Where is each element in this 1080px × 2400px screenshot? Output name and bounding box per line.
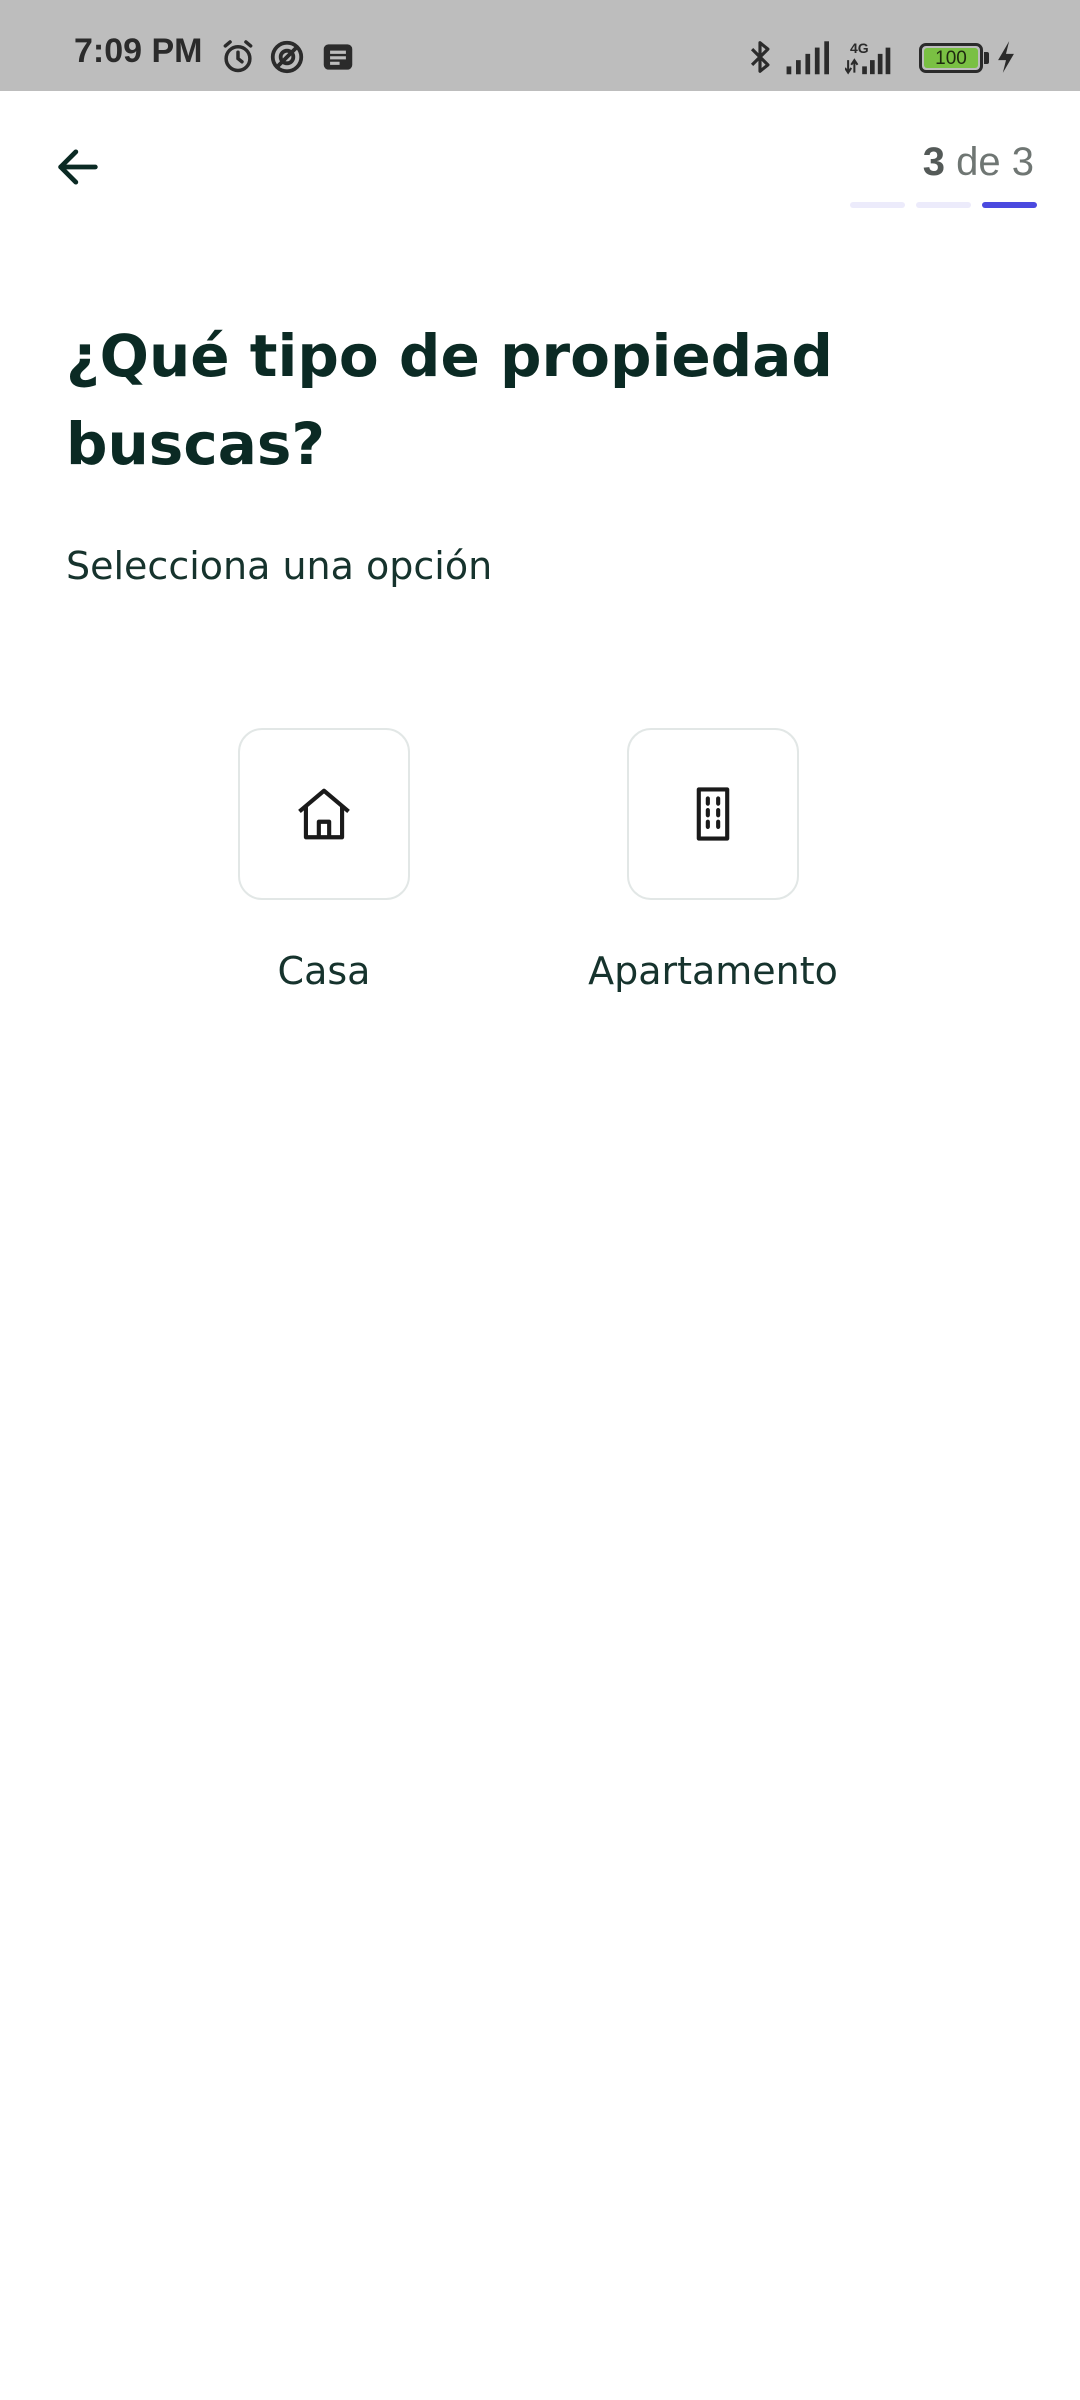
option-apartamento[interactable]: Apartamento [563, 728, 863, 990]
battery-tip [984, 52, 989, 64]
back-button[interactable] [40, 132, 116, 202]
step-current: 3 [922, 140, 946, 184]
option-label-apartamento: Apartamento [588, 949, 838, 993]
arrow-left-icon [58, 149, 98, 185]
option-label-casa: Casa [277, 949, 371, 993]
bluetooth-icon [741, 38, 779, 76]
option-card-casa[interactable] [238, 728, 410, 900]
charging-icon [993, 38, 1019, 76]
progress-indicator [850, 202, 1037, 208]
signal-icon [785, 38, 829, 76]
no-disturb-icon [268, 38, 306, 76]
status-time: 7:09 PM [74, 32, 203, 70]
building-icon [696, 787, 730, 841]
battery-level: 100 [924, 48, 978, 68]
step-counter: 3 de 3 [923, 142, 1034, 182]
signal-4g-icon [845, 38, 895, 76]
notification-icon [319, 38, 357, 76]
status-bar: 7:09 PM 4G 100 [0, 0, 1080, 91]
step-total: de 3 [945, 140, 1034, 184]
progress-segment-active [982, 202, 1037, 208]
option-casa[interactable]: Casa [174, 728, 474, 990]
option-card-apartamento[interactable] [627, 728, 799, 900]
page-subtitle: Selecciona una opción [66, 544, 493, 588]
battery-icon: 100 [919, 43, 983, 73]
house-icon [298, 788, 350, 840]
alarm-icon [219, 38, 257, 76]
progress-segment [850, 202, 905, 208]
progress-segment [916, 202, 971, 208]
page-title: ¿Qué tipo de propiedad buscas? [66, 322, 833, 478]
